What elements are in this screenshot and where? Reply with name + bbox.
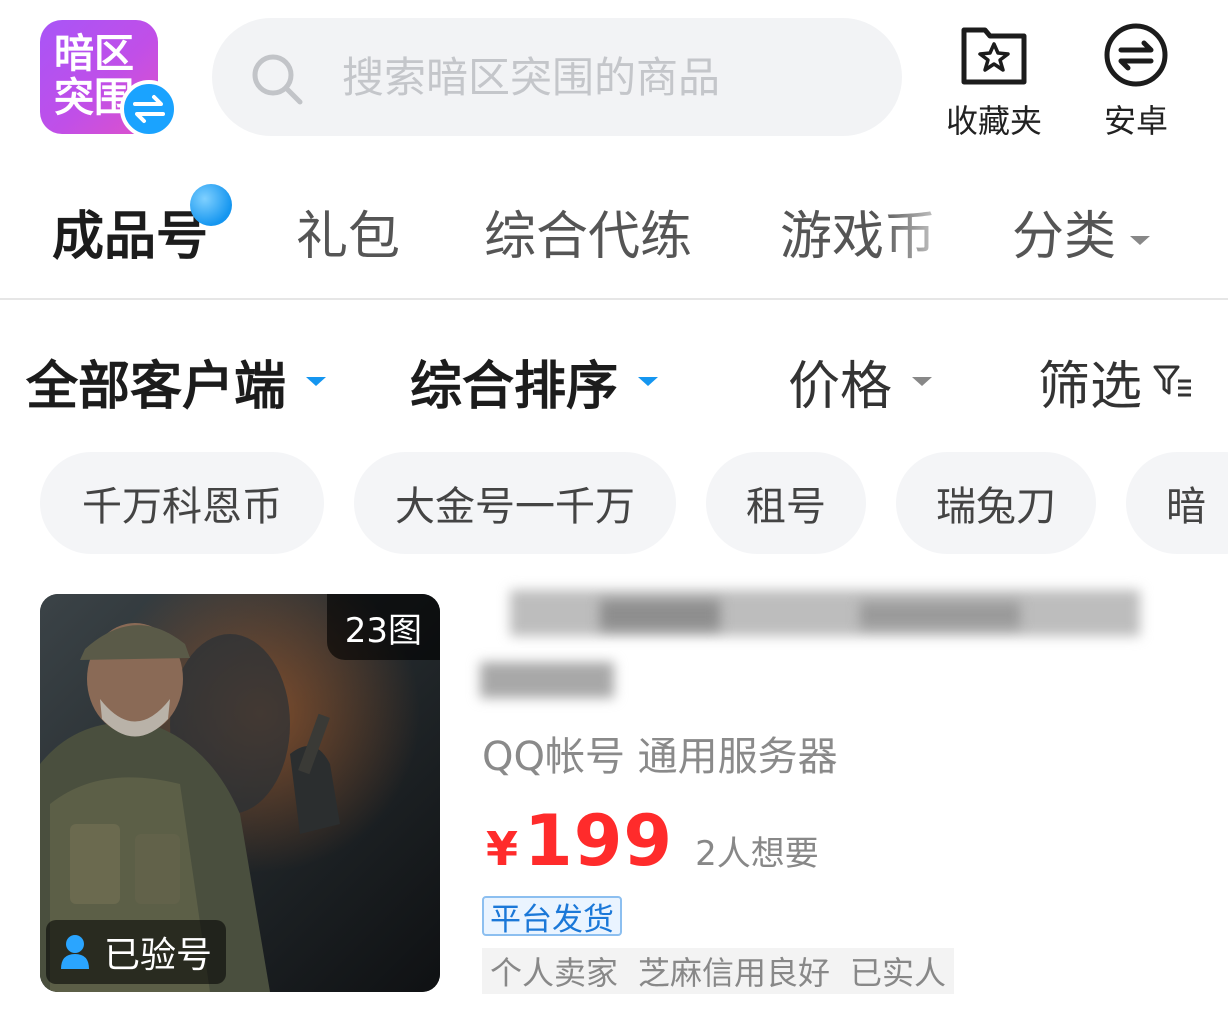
seller-tag: 芝麻信用良好 — [638, 954, 831, 992]
seller-tag: 个人卖家 — [490, 954, 619, 992]
tag-chip[interactable]: 千万科恩币 — [40, 452, 324, 554]
android-switch-button[interactable]: 安卓 — [1076, 22, 1196, 142]
tab-power-leveling[interactable]: 综合代练 — [484, 194, 692, 269]
product-image[interactable]: 23图 已验号 — [40, 594, 440, 992]
search-bar[interactable] — [212, 18, 902, 136]
price-value: 199 — [524, 800, 674, 882]
product-card[interactable]: 23图 已验号 QQ帐号 通用服务器 ¥ 199 2人想要 平台发货 个人卖家 … — [0, 590, 1228, 1010]
favorites-button[interactable]: 收藏夹 — [934, 22, 1054, 142]
category-tabs: 成品号 礼包 综合代练 游戏币 分类 — [0, 168, 1228, 288]
chevron-down-icon — [1130, 235, 1151, 245]
tag-chip[interactable]: 瑞兔刀 — [896, 452, 1096, 554]
seller-tags: 个人卖家 芝麻信用良好 已实人 — [482, 948, 955, 994]
filter-screen[interactable]: 筛选 — [1038, 344, 1194, 419]
favorites-label: 收藏夹 — [945, 102, 1042, 140]
filter-price-label: 价格 — [788, 357, 893, 417]
price-row: ¥ 199 2人想要 — [486, 800, 819, 890]
user-verified-icon — [61, 935, 89, 969]
filter-screen-label: 筛选 — [1038, 357, 1143, 417]
delivery-tag: 平台发货 — [482, 896, 622, 938]
filter-bar: 全部客户端 综合排序 价格 筛选 — [0, 330, 1228, 430]
divider — [0, 298, 1228, 300]
switch-badge-icon — [120, 80, 178, 138]
tag-chip[interactable]: 租号 — [706, 452, 866, 554]
tag-chip[interactable]: 暗 — [1126, 452, 1228, 554]
chevron-down-icon — [306, 377, 327, 386]
filter-sort-label: 综合排序 — [410, 357, 619, 417]
chevron-down-icon — [638, 377, 659, 386]
filter-icon — [1153, 365, 1192, 396]
tab-finished-accounts[interactable]: 成品号 — [52, 194, 208, 269]
verified-badge: 已验号 — [46, 920, 227, 984]
price-currency: ¥ — [486, 822, 519, 876]
tag-chip[interactable]: 大金号一千万 — [354, 452, 676, 554]
new-indicator-dot — [190, 184, 232, 226]
tab-overflow-fade — [880, 188, 960, 278]
product-title-redacted — [480, 590, 1140, 700]
tab-gift-pack[interactable]: 礼包 — [296, 194, 400, 269]
filter-client[interactable]: 全部客户端 — [26, 344, 327, 419]
tab-categories-label: 分类 — [1012, 207, 1117, 267]
tab-categories[interactable]: 分类 — [1012, 194, 1151, 269]
android-label: 安卓 — [1103, 102, 1168, 140]
product-subtitle: QQ帐号 通用服务器 — [482, 734, 838, 780]
seller-tag: 已实人 — [850, 954, 947, 992]
app-logo[interactable]: 暗区 突围 — [40, 20, 178, 138]
want-count: 2人想要 — [695, 834, 819, 874]
filter-sort[interactable]: 综合排序 — [410, 344, 659, 419]
chevron-down-icon — [912, 377, 933, 386]
search-input[interactable] — [342, 42, 862, 112]
logo-text-line-1: 暗区 — [54, 31, 134, 77]
image-count-badge: 23图 — [326, 594, 440, 660]
top-header: 暗区 突围 收藏夹 安卓 — [0, 0, 1228, 160]
filter-price[interactable]: 价格 — [788, 344, 933, 419]
search-icon — [252, 54, 303, 105]
tag-chip-row: 千万科恩币 大金号一千万 租号 瑞兔刀 暗 — [0, 452, 1228, 556]
verified-label: 已验号 — [104, 935, 213, 976]
filter-client-label: 全部客户端 — [26, 357, 287, 417]
android-switch-icon — [1104, 23, 1168, 87]
favorites-folder-star-icon — [961, 27, 1027, 85]
